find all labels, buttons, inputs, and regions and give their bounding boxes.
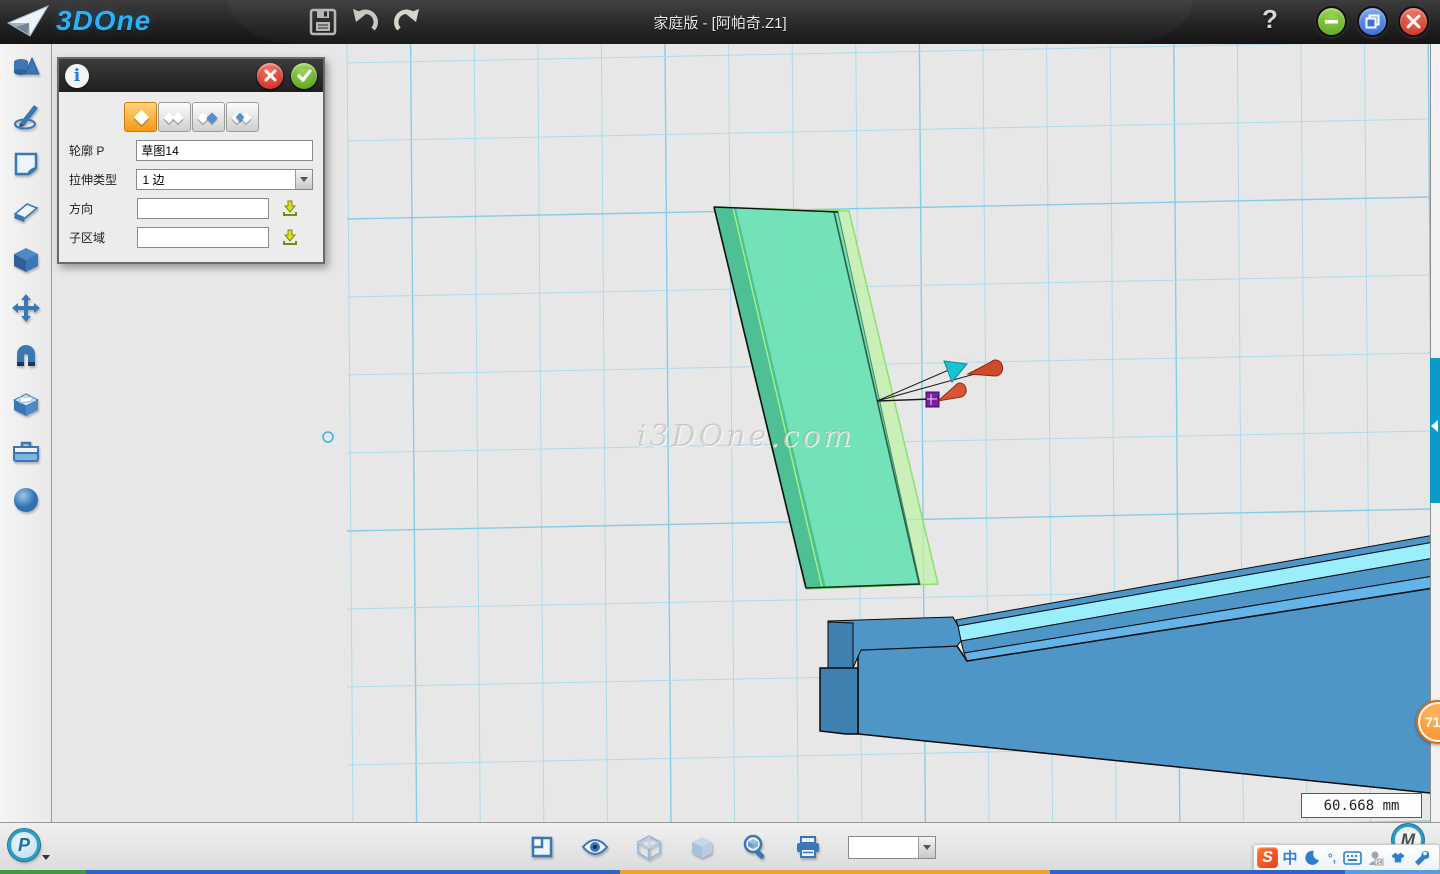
ime-language-toggle[interactable]: 中 [1281,847,1299,868]
extrude-type-value: 1 边 [142,171,164,188]
view-layout-icon[interactable] [530,835,554,859]
minimize-button[interactable] [1316,6,1347,37]
sidebar-item-toolbox[interactable] [0,428,52,476]
field-label: 轮廓 P [69,142,136,159]
field-label: 子区域 [69,229,137,246]
mode-caret-icon[interactable] [42,855,50,860]
zoom-magnifier-icon[interactable] [742,834,768,860]
sidebar-item-assembly[interactable] [0,332,52,380]
ime-logo-icon[interactable]: S [1257,847,1278,868]
profile-input[interactable] [136,140,313,161]
title-bar: 3DOne 家庭版 - [阿帕奇.Z1] ? [0,0,1440,44]
help-button[interactable]: ? [1255,4,1285,40]
extrude-preview-slab[interactable] [714,207,938,589]
sidebar-item-move[interactable] [0,284,52,332]
taskbar-segment [1050,870,1345,874]
svg-text:14: 14 [1376,860,1382,866]
red-cone-handle-2[interactable] [938,383,966,401]
ime-punctuation-toggle[interactable]: °, [1325,851,1339,865]
combo-dropdown-arrow[interactable] [918,837,935,858]
move-arrows-icon [11,293,41,323]
sidebar-item-combine[interactable] [0,380,52,428]
ime-toolbar: S 中 °, 14 [1253,844,1440,871]
mode-extrude-base-button[interactable] [124,102,157,132]
subregion-input[interactable] [137,227,269,248]
red-cone-handle-1[interactable] [968,360,1003,376]
view-combo-box[interactable] [848,836,936,859]
extrude-mode-buttons [59,102,323,132]
sketch-plane-icon [12,150,40,178]
toolbox-icon [11,439,41,465]
ime-fullwidth-moon-icon[interactable] [1302,847,1322,869]
sidebar-item-sketch-plane[interactable] [0,140,52,188]
sidebar-item-material[interactable] [0,476,52,524]
extrude-drag-handles[interactable] [877,359,1003,407]
view-controls [530,823,936,871]
field-row-extrude-type: 拉伸类型 1 边 [69,169,313,190]
restore-icon [1365,14,1380,29]
taskbar-segment [0,870,86,874]
eraser-icon [11,200,41,224]
mode-extrude-add-button[interactable] [158,102,191,132]
taskbar-segment [620,870,1050,874]
restore-button[interactable] [1357,6,1388,37]
info-icon[interactable]: i [65,64,89,88]
bottom-toolbar: P [0,822,1440,870]
paper-plane-icon [6,3,50,39]
ime-settings-wrench-icon[interactable] [1411,847,1431,869]
direction-input[interactable] [137,198,269,219]
primitives-icon [11,54,41,82]
right-panel-tab[interactable] [1430,358,1440,503]
cancel-x-icon [264,69,277,82]
taskbar-segment [1345,870,1440,874]
sidebar-item-primitives[interactable] [0,44,52,92]
left-toolbar [0,44,52,822]
save-icon[interactable] [308,7,338,37]
shaded-cube-icon[interactable] [689,834,715,860]
scale-indicator: 60.668 mm [1301,793,1422,818]
dialog-header: i [59,59,323,92]
redo-icon[interactable] [392,7,422,37]
sidebar-item-eraser[interactable] [0,188,52,236]
field-row-direction: 方向 [69,198,313,219]
extrude-type-select[interactable]: 1 边 [136,169,313,190]
ok-check-icon [297,69,312,82]
combine-box-icon [11,390,41,418]
part-mode-badge[interactable]: P [8,829,40,861]
dialog-ok-button[interactable] [291,63,317,89]
field-label: 方向 [69,200,137,217]
taskbar-segment [86,870,620,874]
sphere-icon [12,486,40,514]
cube-icon [12,246,40,274]
brand-name: 3DOne [56,5,151,37]
mode-extrude-intersect-button[interactable] [226,102,259,132]
sketch-pencil-icon [12,101,40,131]
field-row-subregion: 子区域 [69,227,313,248]
field-row-profile: 轮廓 P [69,140,313,161]
ime-keyboard-icon[interactable] [1342,847,1362,869]
field-label: 拉伸类型 [69,171,136,188]
os-taskbar-sliver [0,870,1440,874]
sidebar-item-solid[interactable] [0,236,52,284]
wireframe-cube-icon[interactable] [636,834,662,860]
app-logo: 3DOne [6,3,151,39]
ime-skin-tshirt-icon[interactable] [1388,847,1408,869]
pick-subregion-icon[interactable] [281,229,299,246]
visibility-eye-icon[interactable] [581,837,609,857]
extrude-dialog: i 轮廓 P 拉伸类型 1 [57,57,325,264]
close-icon [1406,14,1421,29]
undo-icon[interactable] [350,7,380,37]
origin-marker [323,432,333,442]
pick-direction-icon[interactable] [281,200,299,217]
mode-extrude-remove-button[interactable] [192,102,225,132]
panel-expand-arrow-icon [1431,420,1438,432]
ime-userdict-person-icon[interactable]: 14 [1365,847,1385,869]
close-button[interactable] [1398,6,1429,37]
magnet-icon [12,342,40,370]
select-dropdown-arrow[interactable] [295,170,312,189]
minimize-icon [1324,14,1339,29]
dialog-cancel-button[interactable] [257,63,283,89]
print-icon[interactable] [795,835,821,859]
sidebar-item-sketch[interactable] [0,92,52,140]
